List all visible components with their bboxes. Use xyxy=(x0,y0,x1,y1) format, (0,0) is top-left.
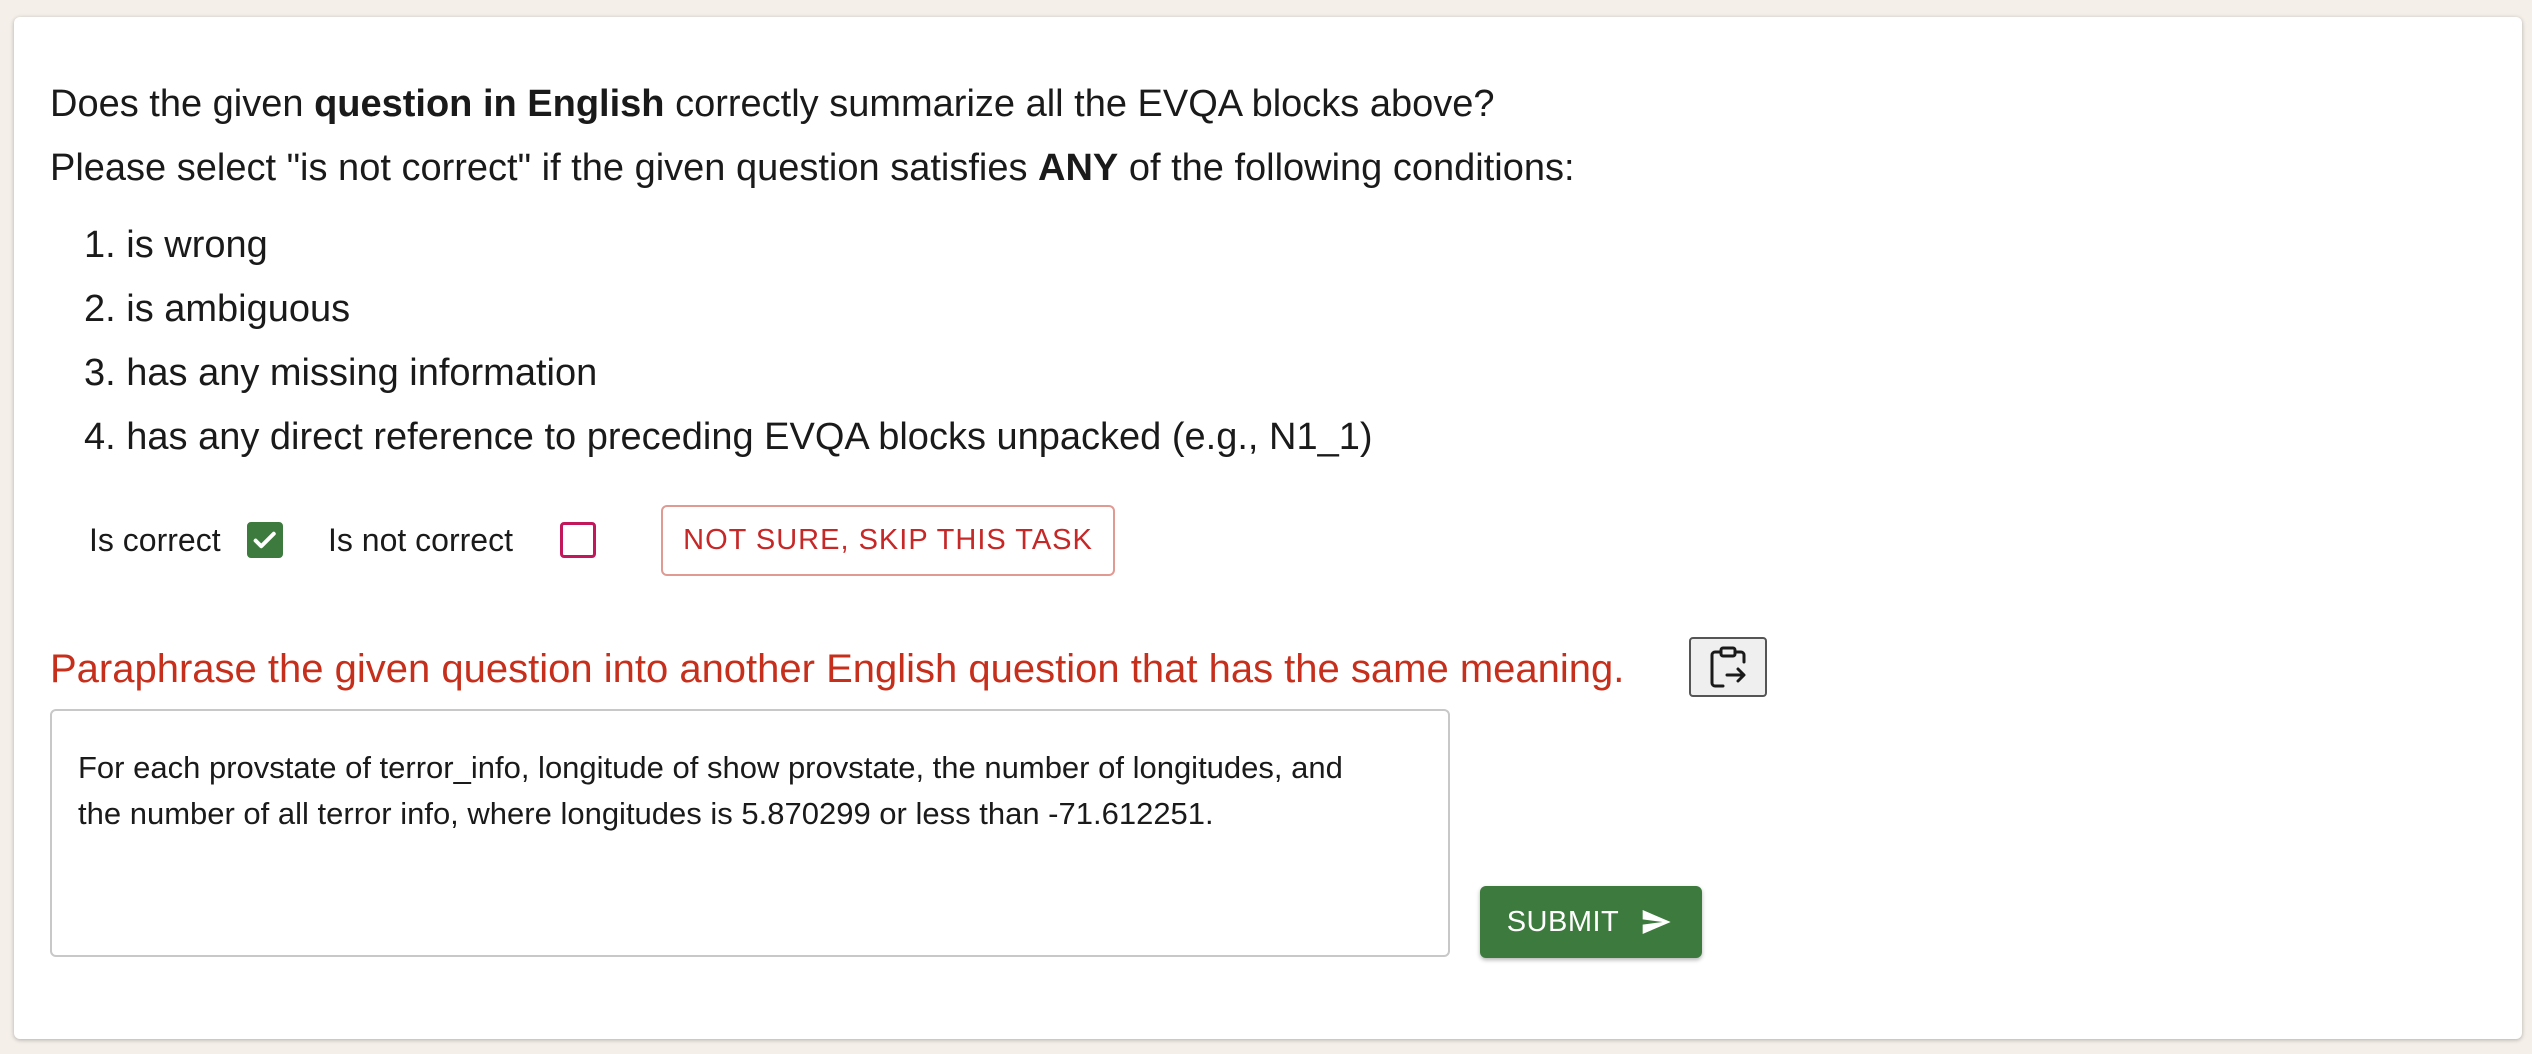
is-not-correct-label: Is not correct xyxy=(328,522,513,558)
instruction-text: of the following conditions: xyxy=(1118,147,1575,189)
is-correct-checkbox[interactable] xyxy=(247,522,283,558)
is-correct-label: Is correct xyxy=(89,522,221,558)
paraphrase-textarea[interactable]: For each provstate of terror_info, longi… xyxy=(50,709,1450,957)
instruction-text: Please select "is not correct" if the gi… xyxy=(50,147,1039,189)
submit-button[interactable]: SUBMIT xyxy=(1480,886,1702,958)
task-card: Does the given question in English corre… xyxy=(14,17,2522,1039)
instruction-emphasis: ANY xyxy=(1038,147,1119,189)
question-prompt: Does the given question in English corre… xyxy=(50,83,1495,126)
submit-label: SUBMIT xyxy=(1506,905,1620,938)
prompt-text: Does the given xyxy=(50,83,315,125)
condition-item: 2. is ambiguous xyxy=(84,288,351,330)
condition-item: 3. has any missing information xyxy=(84,352,598,394)
paste-button[interactable] xyxy=(1689,637,1767,697)
selection-instructions: Please select "is not correct" if the gi… xyxy=(50,147,1575,190)
send-icon xyxy=(1642,910,1671,934)
is-not-correct-checkbox[interactable] xyxy=(560,522,596,558)
prompt-emphasis: question in English xyxy=(314,83,665,125)
conditions-list: 1. is wrong 2. is ambiguous 3. has any m… xyxy=(84,213,1373,469)
condition-item: 4. has any direct reference to preceding… xyxy=(84,416,1373,458)
paraphrase-instruction: Paraphrase the given question into anoth… xyxy=(50,647,1625,691)
prompt-text: correctly summarize all the EVQA blocks … xyxy=(664,83,1495,125)
condition-item: 1. is wrong xyxy=(84,224,268,266)
clipboard-paste-icon xyxy=(1710,646,1746,688)
checkmark-icon xyxy=(253,531,276,549)
skip-task-button[interactable]: NOT SURE, SKIP THIS TASK xyxy=(661,505,1115,576)
